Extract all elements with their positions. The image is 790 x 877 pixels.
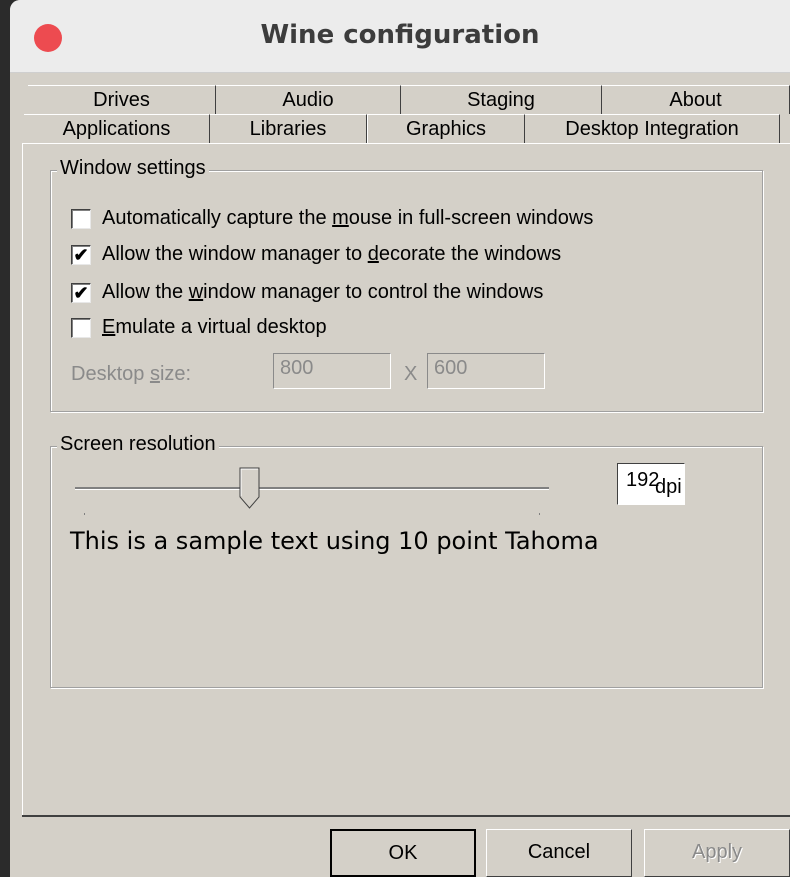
tab-audio[interactable]: Audio	[216, 85, 401, 114]
cancel-button[interactable]: Cancel	[486, 829, 632, 877]
sample-text: This is a sample text using 10 point Tah…	[70, 527, 599, 555]
tab-panel-top-border	[22, 143, 790, 144]
tab-panel-left-border	[22, 143, 23, 816]
tab-applications[interactable]: Applications	[24, 114, 210, 143]
desktop-size-separator: X	[404, 363, 418, 385]
tab-about[interactable]: About	[602, 85, 790, 114]
window-settings-legend: Window settings	[57, 157, 209, 180]
desktop-size-label: Desktop size:	[71, 363, 192, 385]
tab-graphics[interactable]: Graphics	[367, 114, 525, 143]
tab-desktop-integration[interactable]: Desktop Integration	[525, 114, 780, 143]
screen-resolution-group: Screen resolution 192 dpi This is a samp…	[50, 433, 763, 688]
dpi-unit-label: dpi	[655, 476, 682, 498]
window-settings-group: Window settings Automatically capture th…	[50, 157, 763, 412]
desktop-width-input[interactable]: 800	[273, 353, 391, 389]
apply-button[interactable]: Apply	[644, 829, 790, 877]
title-bar[interactable]: Wine configuration	[10, 0, 790, 73]
control-windows-label: Allow the window manager to control the …	[102, 281, 544, 303]
capture-mouse-label: Automatically capture the mouse in full-…	[102, 207, 594, 229]
window-title: Wine configuration	[260, 20, 540, 50]
ok-button[interactable]: OK	[330, 829, 476, 877]
slider-tick-min	[84, 513, 85, 515]
decorate-windows-label: Allow the window manager to decorate the…	[102, 243, 562, 265]
tab-staging[interactable]: Staging	[401, 85, 602, 114]
dpi-slider-thumb[interactable]	[239, 467, 261, 509]
tab-panel-bottom-border	[22, 815, 790, 817]
virtual-desktop-label: Emulate a virtual desktop	[102, 316, 327, 338]
tab-drives[interactable]: Drives	[28, 85, 216, 114]
control-windows-checkbox[interactable]: ✔	[71, 283, 91, 303]
capture-mouse-checkbox[interactable]	[71, 209, 91, 229]
dpi-slider-track[interactable]	[75, 487, 549, 490]
desktop-height-input[interactable]: 600	[427, 353, 545, 389]
screen-resolution-legend: Screen resolution	[57, 433, 219, 456]
tab-libraries[interactable]: Libraries	[210, 114, 367, 143]
decorate-windows-checkbox[interactable]: ✔	[71, 245, 91, 265]
slider-tick-max	[539, 513, 540, 515]
wine-config-window: Wine configuration Drives Audio Staging …	[10, 0, 790, 877]
virtual-desktop-checkbox[interactable]	[71, 318, 91, 338]
